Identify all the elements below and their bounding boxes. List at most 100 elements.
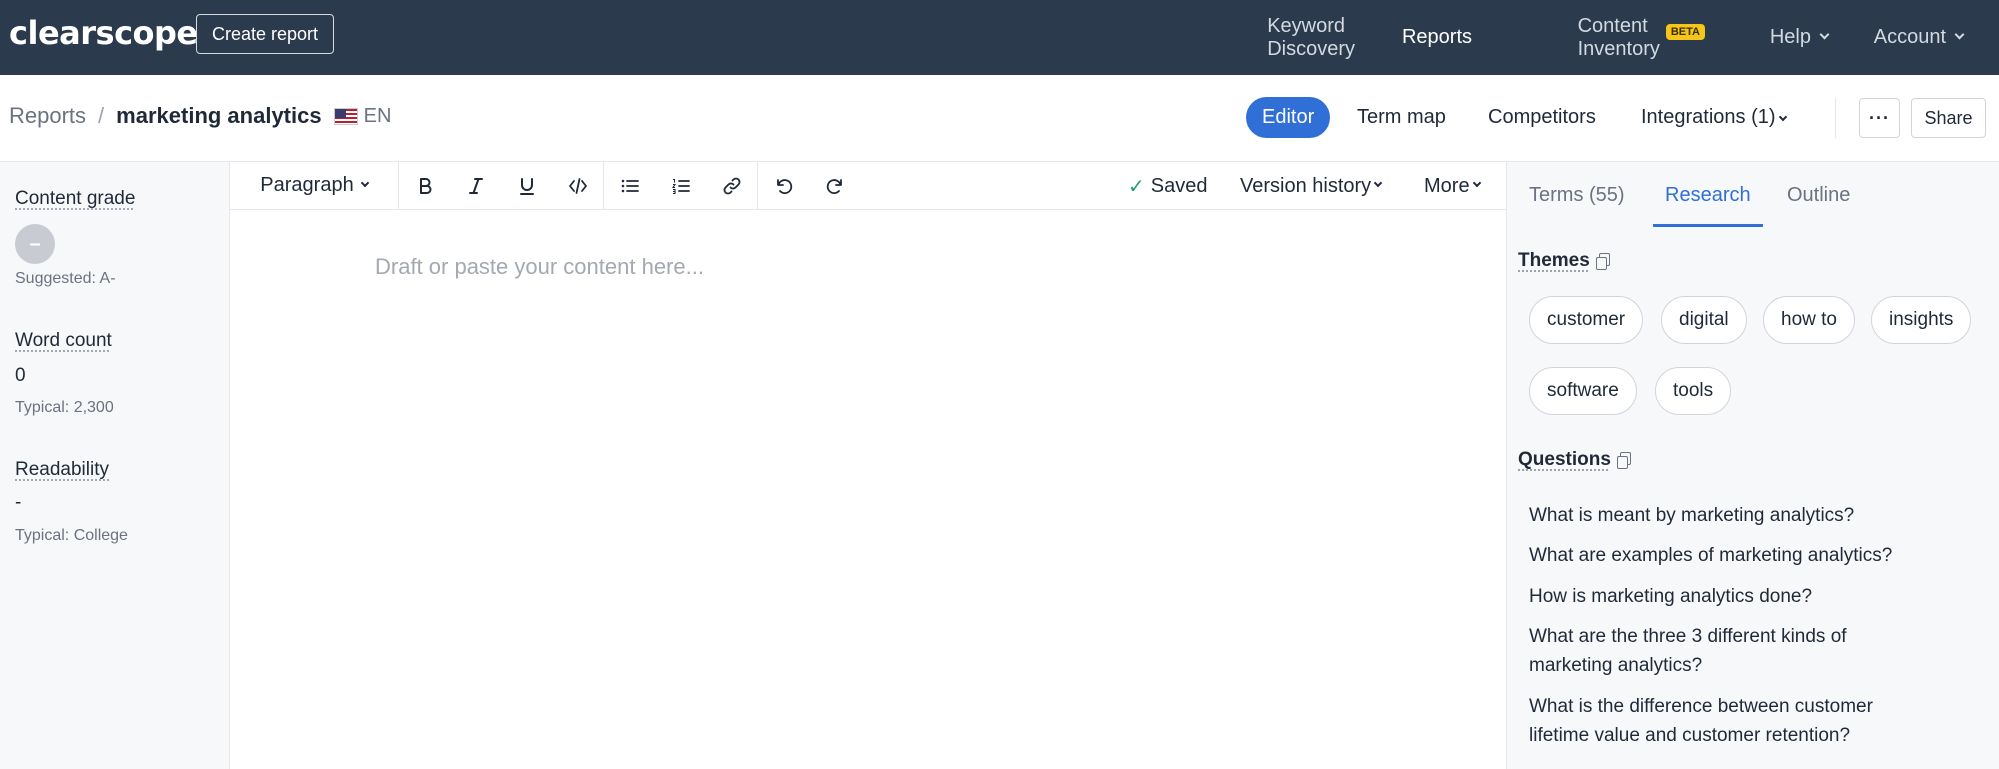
save-status: ✓ Saved [1128, 162, 1207, 210]
link-button[interactable] [706, 162, 757, 210]
copy-icon[interactable] [1595, 253, 1610, 270]
word-count-title[interactable]: Word count [15, 330, 112, 352]
version-history-dropdown[interactable]: Version history [1240, 162, 1383, 210]
nav-keyword-discovery-label: Keyword Discovery [1267, 14, 1355, 60]
theme-chip[interactable]: insights [1871, 296, 1972, 344]
breadcrumb-reports-link[interactable]: Reports [9, 103, 86, 129]
theme-chip[interactable]: how to [1763, 296, 1855, 344]
theme-chip[interactable]: software [1529, 367, 1637, 415]
bullet-list-icon [621, 179, 639, 192]
history-group [758, 162, 860, 210]
nav-account[interactable]: Account [1873, 26, 1965, 49]
editor-toolbar: Paragraph ✓ Saved Version history More [230, 161, 1506, 210]
nav-help-label: Help [1769, 26, 1811, 48]
panel-tabs: Terms (55) Research Outline [1507, 162, 1999, 229]
word-count-value: 0 [15, 365, 26, 386]
header-divider [1835, 98, 1836, 138]
research-panel: Terms (55) Research Outline Themes custo… [1506, 162, 1999, 769]
report-title: marketing analytics [116, 103, 322, 128]
report-header: Reports / marketing analytics EN Editor … [0, 75, 1999, 162]
view-tab-group: Term map [1341, 97, 1462, 138]
tab-competitors[interactable]: Competitors [1472, 97, 1612, 138]
save-status-label: Saved [1150, 174, 1208, 197]
italic-icon [468, 177, 483, 194]
chevron-down-icon [1954, 29, 1965, 40]
theme-chip[interactable]: customer [1529, 296, 1644, 344]
theme-chip[interactable]: digital [1661, 296, 1747, 344]
code-button[interactable] [552, 162, 603, 210]
nav-content-inventory-label: Content Inventory [1577, 14, 1660, 60]
question-item[interactable]: What is meant by marketing analytics? [1529, 501, 1949, 530]
view-tabs: Editor [1246, 97, 1331, 138]
themes-title: Themes [1518, 250, 1590, 271]
questions-title: Questions [1518, 449, 1611, 470]
chevron-down-icon [1472, 178, 1481, 188]
content-grade-suggested: Suggested: A- [15, 270, 116, 287]
copy-icon[interactable] [1616, 452, 1631, 469]
tab-integrations-label: Integrations (1) [1641, 106, 1776, 128]
paragraph-label: Paragraph [260, 174, 354, 196]
nav-content-inventory[interactable]: Content Inventory BETA [1578, 15, 1705, 61]
redo-button[interactable] [809, 162, 860, 210]
beta-badge: BETA [1665, 23, 1705, 40]
tab-research[interactable]: Research [1653, 184, 1763, 227]
readability-typical: Typical: College [15, 527, 128, 544]
list-group [604, 161, 758, 210]
create-report-button[interactable]: Create report [196, 14, 334, 54]
theme-chip[interactable]: tools [1655, 367, 1732, 415]
numbered-list-button[interactable] [655, 162, 706, 210]
themes-heading[interactable]: Themes [1518, 250, 1610, 272]
checkmark-icon: ✓ [1128, 175, 1145, 198]
italic-button[interactable] [450, 162, 501, 210]
tab-terms[interactable]: Terms (55) [1517, 184, 1637, 227]
view-tab-group: Competitors [1472, 97, 1612, 138]
nav-help[interactable]: Help [1769, 26, 1830, 49]
nav-keyword-discovery[interactable]: Keyword Discovery [1267, 15, 1355, 61]
more-label: More [1424, 174, 1470, 197]
breadcrumb-separator: / [98, 103, 105, 128]
editor-area: Paragraph ✓ Saved Version history More D… [230, 161, 1506, 769]
word-count-typical: Typical: 2,300 [15, 399, 114, 416]
chevron-down-icon [1819, 29, 1830, 40]
tab-term-map[interactable]: Term map [1341, 97, 1462, 138]
nav-reports-label: Reports [1401, 26, 1472, 48]
readability-value: - [15, 492, 22, 513]
editor-content-input[interactable]: Draft or paste your content here... [375, 254, 704, 280]
redo-icon [826, 178, 842, 194]
tab-editor[interactable]: Editor [1246, 97, 1331, 138]
us-flag-icon [333, 107, 358, 125]
question-item[interactable]: What are examples of marketing analytics… [1529, 541, 1949, 570]
numbered-list-icon [671, 178, 690, 194]
bold-icon [419, 177, 431, 194]
link-icon [723, 177, 740, 194]
undo-button[interactable] [758, 162, 809, 210]
content-grade-title[interactable]: Content grade [15, 188, 135, 210]
tab-outline[interactable]: Outline [1775, 184, 1862, 227]
top-nav: clearscope Create report Keyword Discove… [0, 0, 1999, 75]
tab-integrations[interactable]: Integrations (1) [1625, 97, 1802, 138]
bold-button[interactable] [399, 162, 450, 210]
metrics-panel: Content grade – Suggested: A- Word count… [0, 162, 230, 769]
logo[interactable]: clearscope [9, 14, 198, 52]
question-item[interactable]: How is marketing analytics done? [1529, 582, 1949, 611]
chevron-down-icon [360, 178, 369, 187]
underline-button[interactable] [501, 162, 552, 210]
breadcrumb: Reports / marketing analytics EN [9, 103, 391, 129]
bullet-list-button[interactable] [604, 162, 655, 210]
nav-reports[interactable]: Reports [1402, 26, 1472, 49]
content-grade-badge: – [15, 224, 55, 264]
underline-icon [519, 177, 534, 195]
question-item[interactable]: What is the difference between customer … [1529, 692, 1929, 750]
format-group [399, 161, 604, 210]
question-item[interactable]: What are the three 3 different kinds of … [1529, 622, 1909, 680]
more-dropdown[interactable]: More [1424, 162, 1481, 210]
share-button[interactable]: Share [1911, 98, 1986, 138]
paragraph-dropdown[interactable]: Paragraph [230, 162, 398, 210]
more-options-button[interactable]: ··· [1859, 98, 1900, 138]
nav-account-label: Account [1873, 26, 1946, 48]
readability-title[interactable]: Readability [15, 459, 109, 481]
language-label: EN [363, 104, 392, 127]
code-icon [568, 177, 587, 194]
block-type-group: Paragraph [230, 161, 399, 210]
questions-heading[interactable]: Questions [1518, 449, 1631, 471]
